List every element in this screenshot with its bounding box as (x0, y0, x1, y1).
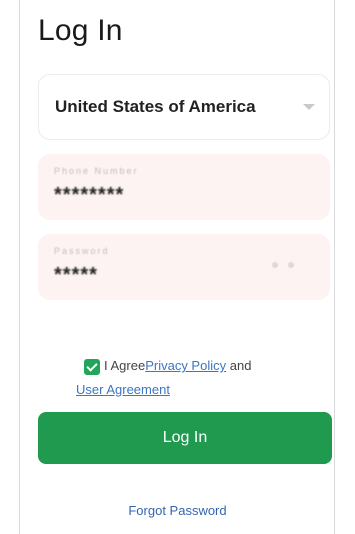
password-label: Password (54, 246, 110, 256)
phone-number-value: ******** (54, 184, 125, 206)
user-agreement-link[interactable]: User Agreement (76, 382, 170, 397)
agree-conjunction: and (226, 358, 252, 373)
country-value: United States of America (55, 97, 256, 116)
country-select[interactable]: United States of America (38, 74, 330, 140)
password-field[interactable]: Password ***** (38, 234, 330, 300)
agree-checkbox[interactable] (84, 358, 100, 375)
chevron-down-icon (303, 104, 315, 110)
page-title: Log In (38, 14, 123, 47)
agreement-row: I AgreePrivacy Policy and User Agreement (76, 354, 316, 402)
show-password-icon[interactable] (272, 262, 312, 268)
phone-number-field[interactable]: Phone Number ******** (38, 154, 330, 220)
privacy-policy-link[interactable]: Privacy Policy (145, 358, 226, 373)
phone-number-label: Phone Number (54, 166, 139, 176)
login-button[interactable]: Log In (38, 412, 332, 464)
forgot-password-link[interactable]: Forgot Password (0, 503, 355, 518)
agree-text: I Agree (104, 358, 146, 373)
